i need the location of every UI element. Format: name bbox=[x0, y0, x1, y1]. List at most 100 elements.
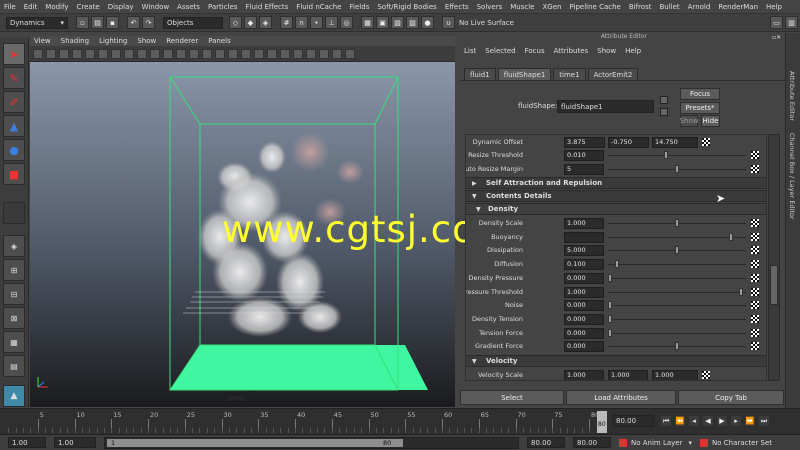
menu-item[interactable]: Assets bbox=[177, 3, 200, 11]
menu-item[interactable]: File bbox=[4, 3, 16, 11]
step-forward-key-icon[interactable]: ▸ bbox=[730, 415, 742, 427]
depth-of-field-icon[interactable] bbox=[267, 48, 277, 59]
smooth-shade-icon[interactable] bbox=[189, 48, 199, 59]
image-plane-icon[interactable] bbox=[85, 48, 95, 59]
slider-handle[interactable] bbox=[614, 260, 619, 269]
snap-grid-icon[interactable]: # bbox=[280, 16, 293, 29]
select-tool-icon[interactable]: ➤ bbox=[3, 43, 25, 65]
auto-resize-threshold-field[interactable]: 0.010 bbox=[564, 150, 604, 161]
isolate-select-icon[interactable] bbox=[280, 48, 290, 59]
slider-handle[interactable] bbox=[608, 301, 612, 310]
menu-item[interactable]: RenderMan bbox=[718, 3, 758, 11]
film-gate-icon[interactable] bbox=[111, 48, 121, 59]
snap-curve-icon[interactable]: ∩ bbox=[295, 16, 308, 29]
range-slider-handle[interactable] bbox=[107, 438, 403, 447]
velocity-scale-x-field[interactable]: 1.000 bbox=[564, 370, 604, 380]
map-button-icon[interactable] bbox=[751, 314, 759, 323]
attribute-editor-menu-item[interactable]: Focus bbox=[525, 47, 545, 55]
map-button-icon[interactable] bbox=[751, 246, 759, 255]
viewport-menu-item[interactable]: Panels bbox=[208, 37, 231, 45]
attribute-value-field[interactable]: 1.000 bbox=[564, 286, 604, 298]
anti-alias-icon[interactable] bbox=[254, 48, 264, 59]
menu-item[interactable]: XGen bbox=[543, 3, 562, 11]
attribute-editor-menu-item[interactable]: Selected bbox=[485, 47, 515, 55]
resolution-gate-icon[interactable] bbox=[124, 48, 134, 59]
attribute-value-field[interactable]: 1.000 bbox=[564, 218, 604, 229]
select-button[interactable]: Select bbox=[460, 390, 564, 405]
step-forward-icon[interactable]: ⏩ bbox=[744, 415, 756, 427]
panel-toggle-icon[interactable]: ▭ bbox=[770, 16, 783, 29]
attribute-value-field[interactable]: 5.000 bbox=[564, 245, 604, 257]
velocity-scale-y-field[interactable]: 1.000 bbox=[608, 370, 648, 380]
current-time-field[interactable]: 80.00 bbox=[612, 415, 654, 427]
attribute-value-field[interactable]: 0.000 bbox=[564, 272, 604, 284]
snap-view-icon[interactable]: ⊥ bbox=[325, 16, 338, 29]
play-forward-icon[interactable]: ▶ bbox=[716, 415, 728, 427]
range-slider[interactable]: 1 80 bbox=[104, 436, 519, 449]
slider-handle[interactable] bbox=[608, 328, 612, 337]
slider-handle[interactable] bbox=[664, 151, 669, 159]
four-view-layout-icon[interactable]: ⊞ bbox=[3, 259, 25, 281]
xray-icon[interactable] bbox=[293, 48, 303, 59]
menu-item[interactable]: Fluid Effects bbox=[245, 3, 288, 11]
map-button-icon[interactable] bbox=[751, 219, 759, 227]
hide-button[interactable]: Hide bbox=[701, 115, 720, 127]
load-attributes-button[interactable]: Load Attributes bbox=[566, 390, 676, 405]
anim-layer-label[interactable]: No Anim Layer bbox=[631, 439, 682, 447]
paint-select-tool-icon[interactable]: ✐ bbox=[3, 91, 25, 113]
menu-item[interactable]: Soft/Rigid Bodies bbox=[377, 3, 436, 11]
slider-handle[interactable] bbox=[608, 314, 612, 323]
go-to-start-icon[interactable]: ⏮ bbox=[660, 415, 672, 427]
menu-item[interactable]: Window bbox=[142, 3, 170, 11]
new-scene-icon[interactable]: ▫ bbox=[76, 16, 89, 29]
render-settings-icon[interactable]: ▨ bbox=[406, 16, 419, 29]
slider-handle[interactable] bbox=[608, 273, 612, 282]
lasso-tool-icon[interactable]: ✎ bbox=[3, 67, 25, 89]
map-button-icon[interactable] bbox=[751, 342, 759, 351]
lock-camera-icon[interactable] bbox=[46, 48, 56, 59]
map-button-icon[interactable] bbox=[751, 151, 759, 159]
menu-item[interactable]: Create bbox=[76, 3, 99, 11]
range-start-field[interactable]: 1.00 bbox=[54, 437, 96, 448]
map-button-icon[interactable] bbox=[751, 273, 759, 282]
auto-resize-threshold-slider[interactable] bbox=[608, 155, 746, 156]
range-end-field[interactable]: 80.00 bbox=[527, 437, 565, 448]
attribute-editor-menu-item[interactable]: Show bbox=[597, 47, 616, 55]
render-frame-icon[interactable]: ▣ bbox=[376, 16, 389, 29]
node-tab[interactable]: ActorEmit2 bbox=[587, 68, 639, 80]
node-tab[interactable]: time1 bbox=[553, 68, 586, 80]
exposure-icon[interactable] bbox=[332, 48, 342, 59]
safe-action-icon[interactable] bbox=[163, 48, 173, 59]
menu-item[interactable]: Help bbox=[766, 3, 782, 11]
open-scene-icon[interactable]: ▤ bbox=[91, 16, 104, 29]
menu-item[interactable]: Fluid nCache bbox=[296, 3, 341, 11]
rotate-tool-icon[interactable]: ● bbox=[3, 139, 25, 161]
persp-graph-layout-icon[interactable]: ⊠ bbox=[3, 307, 25, 329]
attribute-slider[interactable] bbox=[608, 305, 746, 307]
menu-item[interactable]: Arnold bbox=[688, 3, 711, 11]
hypershade-layout-icon[interactable]: ▦ bbox=[3, 331, 25, 353]
attribute-editor-menu-item[interactable]: List bbox=[464, 47, 476, 55]
slider-handle[interactable] bbox=[675, 342, 679, 351]
shadows-icon[interactable] bbox=[228, 48, 238, 59]
viewport-menu-item[interactable]: Shading bbox=[61, 37, 89, 45]
xray-joints-icon[interactable] bbox=[306, 48, 316, 59]
select-by-hierarchy-icon[interactable]: ◇ bbox=[229, 16, 242, 29]
auto-resize-margin-field[interactable]: 5 bbox=[564, 164, 604, 175]
channel-box-side-tab[interactable]: Channel Box / Layer Editor bbox=[788, 133, 796, 220]
slider-handle[interactable] bbox=[675, 165, 679, 173]
construction-history-icon[interactable]: ▦ bbox=[361, 16, 374, 29]
field-chart-icon[interactable] bbox=[150, 48, 160, 59]
no-live-surface-magnet-icon[interactable]: ∪ bbox=[442, 16, 455, 29]
show-button[interactable]: Show bbox=[680, 115, 698, 127]
gamma-icon[interactable] bbox=[345, 48, 355, 59]
menu-item[interactable]: Display bbox=[108, 3, 134, 11]
panel-close-icon[interactable]: ▫✕ bbox=[772, 34, 782, 42]
select-by-object-icon[interactable]: ◆ bbox=[244, 16, 257, 29]
camera-attributes-icon[interactable] bbox=[59, 48, 69, 59]
dynamic-offset-x-field[interactable]: 3.875 bbox=[564, 137, 605, 148]
menu-item[interactable]: Solvers bbox=[477, 3, 503, 11]
backface-icon[interactable] bbox=[319, 48, 329, 59]
map-button-icon[interactable] bbox=[751, 301, 759, 310]
gate-mask-icon[interactable] bbox=[137, 48, 147, 59]
